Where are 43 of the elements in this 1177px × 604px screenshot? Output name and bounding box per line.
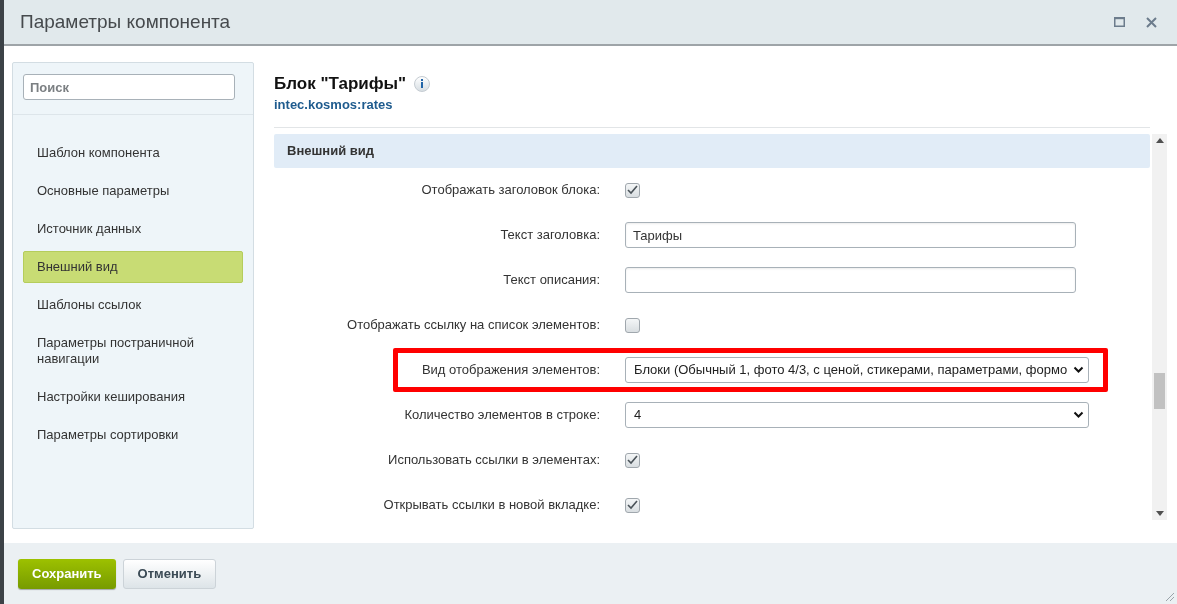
sidebar-item[interactable]: Источник данных — [23, 213, 243, 245]
sidebar-item[interactable]: Настройки кеширования — [23, 381, 243, 413]
sidebar-item[interactable]: Параметры постраничной навигации — [23, 327, 243, 375]
scroll-thumb[interactable] — [1154, 372, 1165, 409]
chevron-down-icon — [1073, 411, 1084, 419]
check-icon — [627, 455, 638, 465]
chevron-down-icon — [1073, 366, 1084, 374]
window-title: Параметры компонента — [20, 9, 232, 34]
close-icon[interactable] — [1146, 16, 1157, 28]
sidebar-item[interactable]: Параметры сортировки — [23, 419, 243, 451]
sidebar-item[interactable]: Внешний вид — [23, 251, 243, 283]
component-code: intec.kosmos:rates — [274, 96, 394, 113]
check-icon — [627, 500, 638, 510]
cancel-button[interactable]: Отменить — [122, 558, 217, 589]
dropdown[interactable]: 4 — [625, 402, 1089, 428]
dropdown[interactable]: Блоки (Обычный 1, фото 4/3, с ценой, стикерами, параметрами, формо — [625, 357, 1089, 383]
checkbox[interactable] — [625, 452, 640, 468]
sidebar-item[interactable]: Шаблон компонента — [23, 137, 243, 169]
scroll-up-icon[interactable] — [1155, 137, 1164, 143]
text-field[interactable] — [625, 267, 1076, 293]
field-label: Текст заголовка: — [499, 226, 600, 245]
field-label: Отображать ссылку на список элементов: — [346, 316, 600, 335]
check-icon — [627, 185, 638, 195]
scrollbar[interactable] — [1152, 133, 1167, 520]
sidebar-item[interactable]: Основные параметры — [23, 175, 243, 207]
field-label: Использовать ссылки в элементах: — [387, 451, 600, 470]
text-field[interactable]: Тарифы — [625, 222, 1076, 248]
checkbox[interactable] — [625, 182, 640, 198]
checkbox[interactable] — [625, 497, 640, 513]
resize-grip-icon[interactable] — [1164, 591, 1174, 601]
checkbox[interactable] — [625, 317, 640, 333]
maximize-icon[interactable] — [1114, 17, 1125, 27]
section-header: Внешний вид — [274, 133, 1150, 168]
search-field[interactable]: Поиск — [23, 74, 235, 100]
field-label: Отображать заголовок блока: — [420, 181, 600, 200]
field-label: Текст описания: — [502, 271, 600, 290]
info-icon[interactable] — [414, 75, 431, 92]
field-label: Вид отображения элементов: — [420, 361, 600, 380]
component-title: Блок "Тарифы" — [274, 73, 407, 95]
scroll-down-icon[interactable] — [1155, 510, 1164, 516]
sidebar-item[interactable]: Шаблоны ссылок — [23, 289, 243, 321]
field-label: Открывать ссылки в новой вкладке: — [382, 496, 600, 515]
field-label: Количество элементов в строке: — [403, 406, 600, 425]
